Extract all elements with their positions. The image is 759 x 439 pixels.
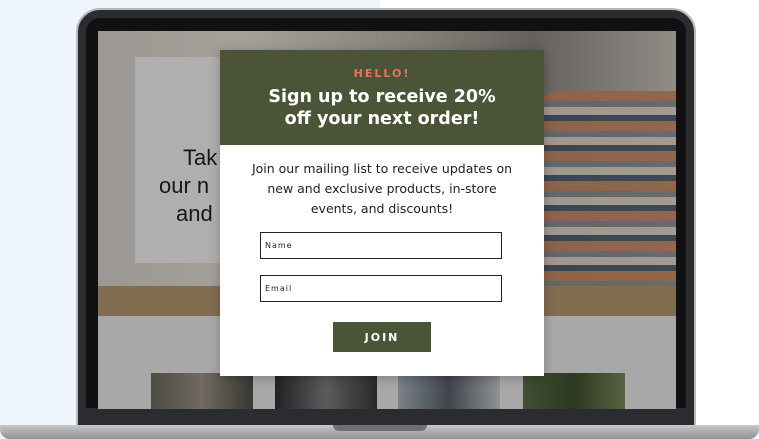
laptop-notch xyxy=(333,425,427,431)
name-input[interactable] xyxy=(260,232,502,259)
signup-modal: HELLO! Sign up to receive 20% off your n… xyxy=(220,50,544,376)
modal-title-line-2: off your next order! xyxy=(284,109,480,129)
modal-title-line-1: Sign up to receive 20% xyxy=(268,87,496,107)
email-input[interactable] xyxy=(260,275,502,302)
modal-title: Sign up to receive 20% off your next ord… xyxy=(220,86,544,130)
modal-description-line-3: events, and discounts! xyxy=(310,201,454,216)
modal-eyebrow: HELLO! xyxy=(353,67,411,80)
modal-description-line-2: new and exclusive products, in-store xyxy=(267,181,497,196)
modal-description-line-1: Join our mailing list to receive updates… xyxy=(251,161,513,176)
modal-description: Join our mailing list to receive updates… xyxy=(240,159,524,219)
join-button[interactable]: JOIN xyxy=(333,322,431,352)
modal-header: HELLO! Sign up to receive 20% off your n… xyxy=(220,50,544,145)
